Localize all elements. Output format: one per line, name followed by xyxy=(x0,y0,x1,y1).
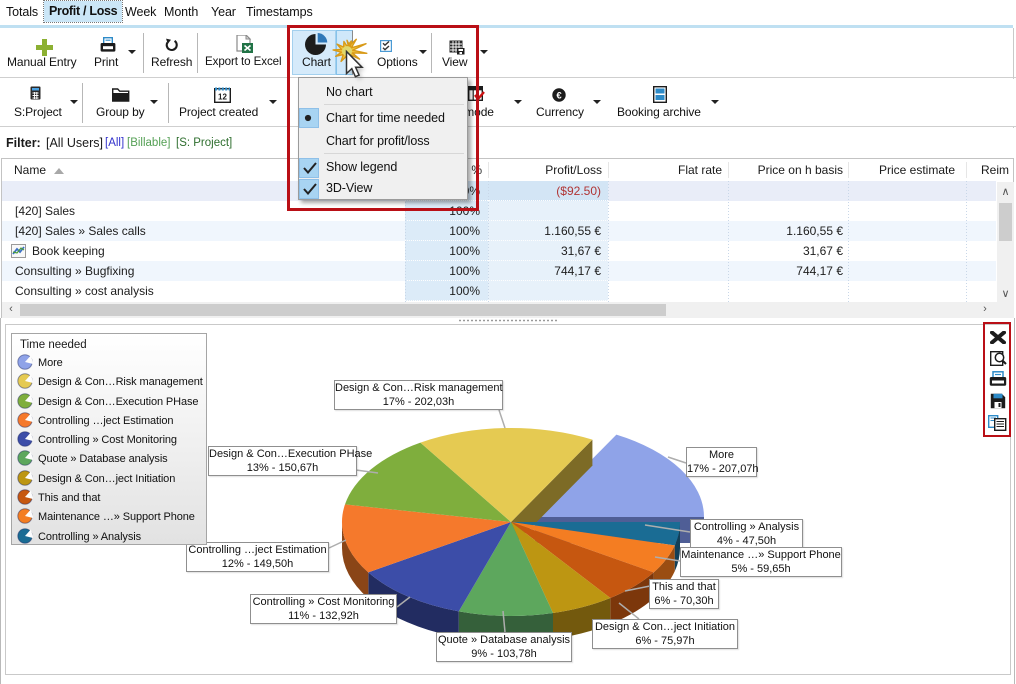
svg-text:12: 12 xyxy=(218,93,227,102)
svg-text:€: € xyxy=(556,91,562,102)
